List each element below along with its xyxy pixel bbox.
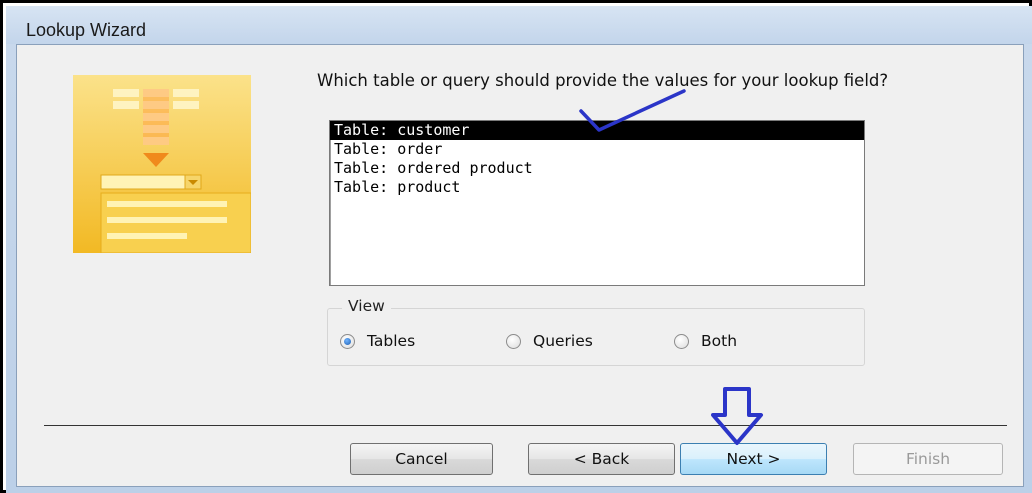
cancel-button[interactable]: Cancel xyxy=(350,443,493,475)
radio-tables-label: Tables xyxy=(367,332,416,350)
view-groupbox: View Tables Queries Both xyxy=(327,297,865,366)
radio-queries-label: Queries xyxy=(533,332,593,350)
table-list[interactable]: Table: customer Table: order Table: orde… xyxy=(329,120,865,286)
radio-queries[interactable]: Queries xyxy=(506,332,593,350)
list-item[interactable]: Table: product xyxy=(330,178,864,197)
radio-unselected-icon[interactable] xyxy=(506,333,521,349)
finish-button[interactable]: Finish xyxy=(853,443,1003,475)
list-item[interactable]: Table: customer xyxy=(330,121,864,140)
title-bar[interactable]: Lookup Wizard xyxy=(6,6,1032,44)
next-button[interactable]: Next > xyxy=(680,443,827,475)
radio-both-label: Both xyxy=(701,332,738,350)
radio-tables[interactable]: Tables xyxy=(340,332,415,350)
footer-divider xyxy=(44,425,1007,426)
radio-both[interactable]: Both xyxy=(674,332,737,350)
prompt-question: Which table or query should provide the … xyxy=(317,71,889,90)
back-button[interactable]: < Back xyxy=(528,443,675,475)
list-item[interactable]: Table: ordered product xyxy=(330,159,864,178)
window-title: Lookup Wizard xyxy=(26,20,147,40)
dialog-client-area: Which table or query should provide the … xyxy=(16,44,1024,487)
dialog-window: Lookup Wizard Which table or query shoul… xyxy=(6,6,1032,493)
radio-unselected-icon[interactable] xyxy=(674,333,689,349)
list-item[interactable]: Table: order xyxy=(330,140,864,159)
radio-selected-icon[interactable] xyxy=(340,333,355,349)
window-frame: Lookup Wizard Which table or query shoul… xyxy=(0,0,1032,493)
view-legend: View xyxy=(342,297,391,315)
lookup-wizard-illustration-icon xyxy=(73,75,251,253)
